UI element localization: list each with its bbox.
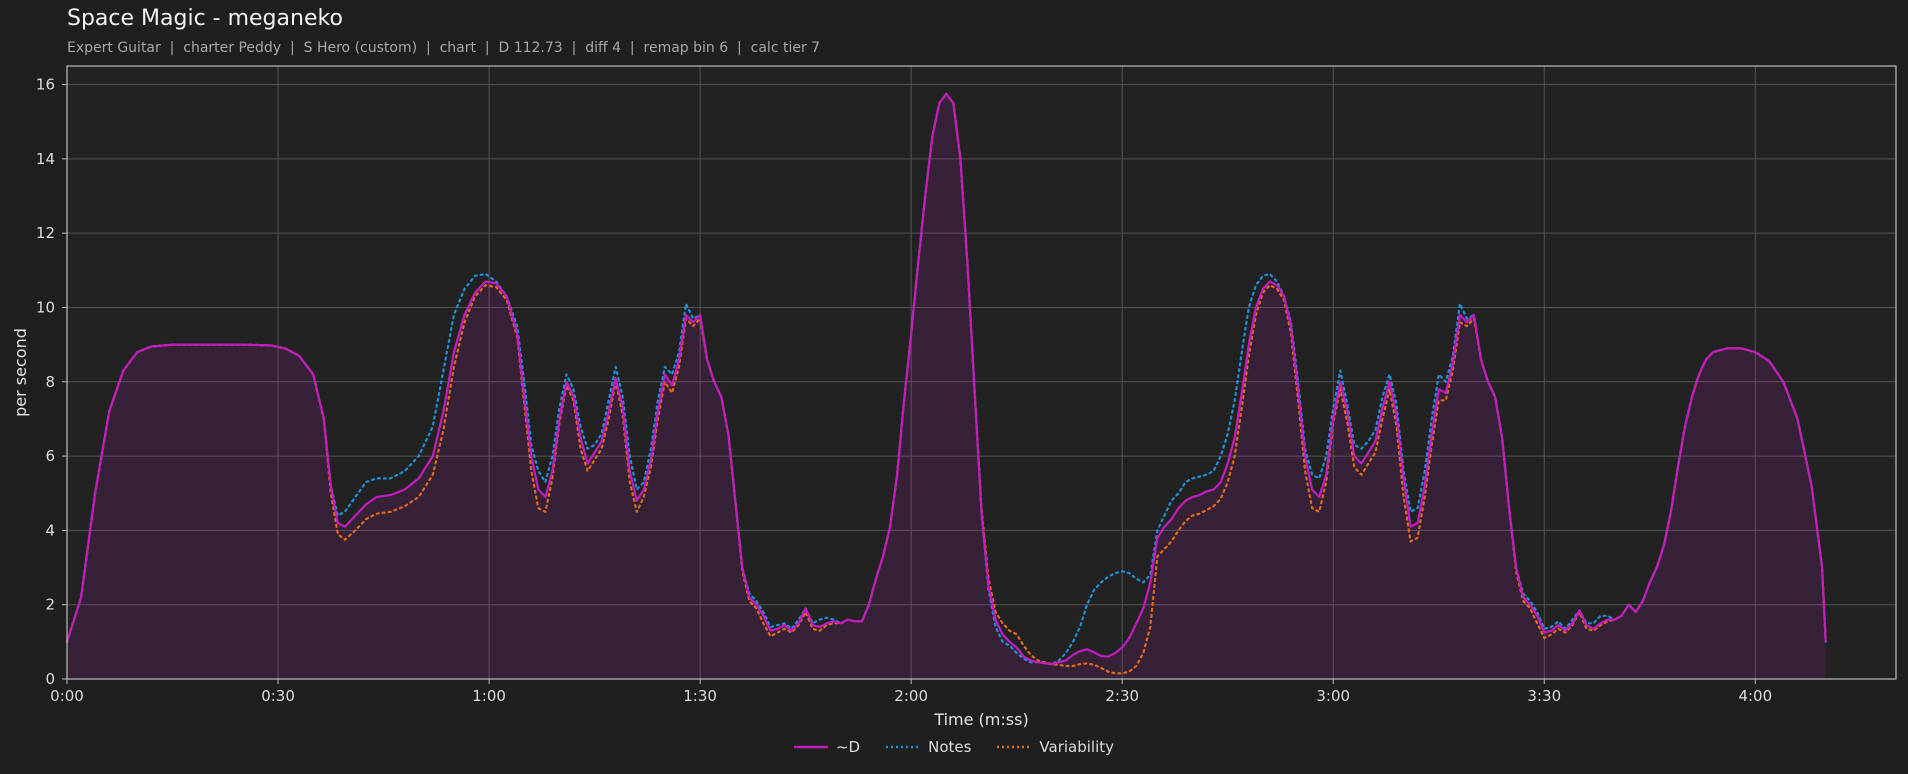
y-axis-label: per second	[11, 328, 30, 417]
y-tick-label: 4	[45, 521, 55, 539]
x-tick-label: 1:00	[472, 687, 506, 705]
x-axis-label: Time (m:ss)	[933, 710, 1028, 729]
y-tick-label: 8	[45, 373, 55, 391]
x-tick-label: 3:30	[1527, 687, 1561, 705]
x-tick-label: 3:00	[1316, 687, 1350, 705]
x-tick-label: 0:30	[261, 687, 295, 705]
y-tick-label: 16	[36, 76, 55, 94]
x-tick-label: 0:00	[50, 687, 84, 705]
y-axis-ticks: 0 2 4 6 8 10 12 14 16	[36, 76, 67, 688]
y-tick-label: 14	[36, 150, 55, 168]
x-tick-label: 2:00	[894, 687, 928, 705]
legend-item-d[interactable]: ~D	[793, 738, 861, 756]
x-tick-label: 2:30	[1105, 687, 1139, 705]
legend-item-variability[interactable]: Variability	[997, 738, 1114, 756]
x-tick-label: 1:30	[683, 687, 717, 705]
x-axis-ticks: 0:00 0:30 1:00 1:30 2:00 2:30 3:00 3:30 4:00	[50, 679, 1772, 705]
y-tick-label: 12	[36, 224, 55, 242]
legend-swatch-notes	[886, 745, 921, 749]
legend-item-notes[interactable]: Notes	[886, 738, 971, 756]
legend-label-d: ~D	[835, 738, 861, 756]
y-tick-label: 10	[36, 298, 55, 316]
legend-swatch-d	[793, 745, 828, 749]
chart-canvas: 0:00 0:30 1:00 1:30 2:00 2:30 3:00 3:30 4:00 0 2 4…	[11, 65, 1897, 729]
legend-label-notes: Notes	[928, 738, 972, 756]
x-tick-label: 4:00	[1738, 687, 1772, 705]
chart-legend: ~D Notes Variability	[0, 738, 1908, 756]
y-tick-label: 2	[45, 596, 55, 614]
legend-label-variability: Variability	[1039, 738, 1115, 756]
y-tick-label: 6	[45, 447, 55, 465]
legend-swatch-variability	[997, 745, 1032, 749]
y-tick-label: 0	[45, 670, 55, 688]
